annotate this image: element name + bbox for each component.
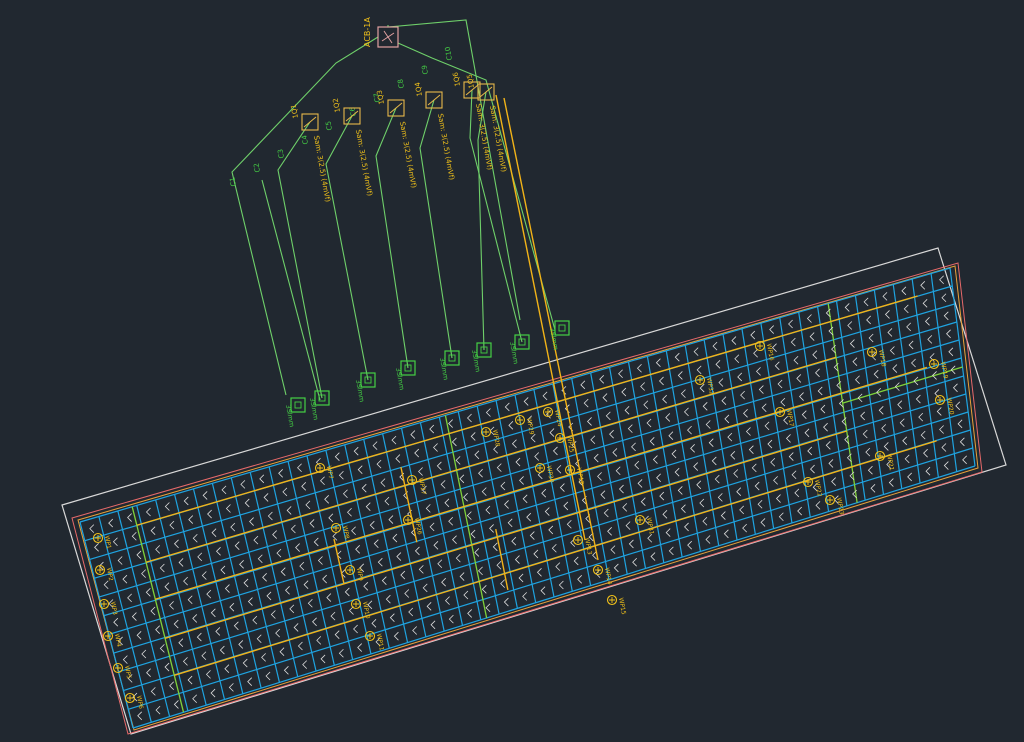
electrical-layout-drawing[interactable]: C1C2C3C4C5C6C7C8C9C10 3Slmm 3Slmm3Slmm3Sl… [0, 0, 1024, 738]
feeder-label: C3 [276, 148, 286, 159]
feeder-label: C8 [396, 78, 406, 89]
feeder-label: C9 [420, 64, 430, 75]
feeder-label: C5 [324, 120, 334, 131]
cad-drawing-canvas[interactable]: C1 C2 C3 C4 C5 C6 C7 C8 C9 C10 3Slmm 3Slmm 3Slmm 3Sl… [0, 0, 1024, 738]
drawing-background [0, 0, 1024, 738]
distribution-board-label: ACB-1A [363, 17, 372, 47]
feeder-label: C2 [252, 162, 262, 173]
feeder-label: C1 [228, 176, 238, 187]
